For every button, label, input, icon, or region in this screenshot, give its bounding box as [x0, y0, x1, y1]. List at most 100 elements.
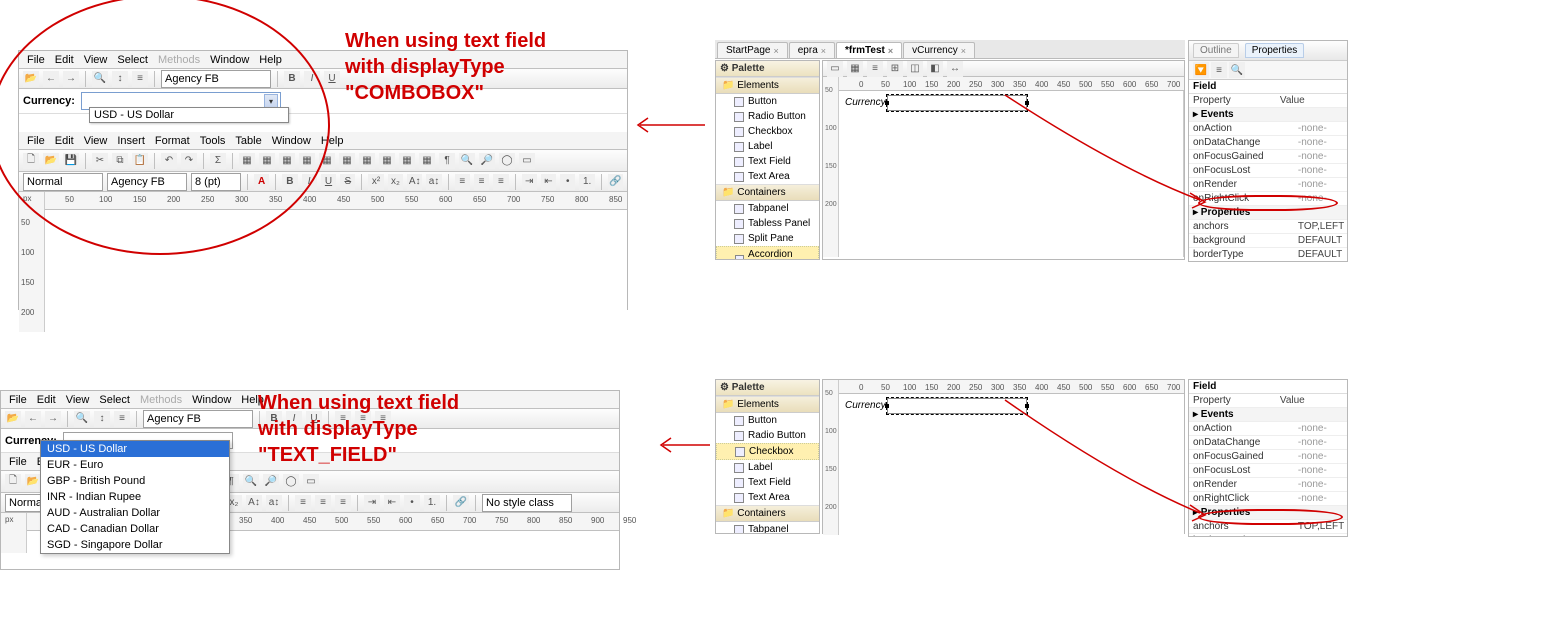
- menu-help[interactable]: Help: [317, 135, 348, 147]
- prop-onDataChange[interactable]: onDataChange: [1189, 436, 1294, 450]
- currency-option[interactable]: CAD - Canadian Dollar: [41, 521, 229, 537]
- currency-typeahead-list[interactable]: USD - US DollarEUR - EuroGBP - British P…: [40, 440, 230, 554]
- font2-combo[interactable]: [107, 173, 187, 191]
- menu-window[interactable]: Window: [268, 135, 315, 147]
- back-icon[interactable]: ←: [25, 411, 41, 427]
- palette-item-tabpanel[interactable]: Tabpanel: [716, 522, 819, 534]
- indent-icon[interactable]: ⇥: [522, 174, 537, 190]
- menu-file[interactable]: File: [23, 135, 49, 147]
- list-icon[interactable]: •: [560, 174, 575, 190]
- prop-background[interactable]: background: [1189, 234, 1294, 248]
- prop-background[interactable]: background: [1189, 534, 1294, 538]
- link-icon[interactable]: 🔗: [608, 174, 623, 190]
- cat-elements[interactable]: 📁 Elements: [716, 77, 819, 94]
- palette-item-checkbox[interactable]: Checkbox: [716, 443, 819, 460]
- menu-edit[interactable]: Edit: [51, 54, 78, 66]
- close-icon[interactable]: ×: [773, 46, 778, 56]
- palette-item-text-field[interactable]: Text Field: [716, 475, 819, 490]
- zoom-out-icon[interactable]: 🔎: [479, 153, 495, 169]
- menu-format[interactable]: Format: [151, 135, 194, 147]
- ellipse-icon[interactable]: ◯: [283, 474, 299, 490]
- numlist-icon[interactable]: 1.: [579, 174, 594, 190]
- prop-anchors[interactable]: anchors: [1189, 520, 1294, 534]
- prop-onRightClick[interactable]: onRightClick: [1189, 192, 1294, 206]
- rect-icon[interactable]: ▭: [519, 153, 535, 169]
- align-c-icon[interactable]: ≡: [474, 174, 489, 190]
- palette-item-text-area[interactable]: Text Area: [716, 169, 819, 184]
- prop-onAction[interactable]: onAction: [1189, 122, 1294, 136]
- props-tool-icon[interactable]: 🔍: [1229, 62, 1245, 78]
- currency-option[interactable]: SGD - Singapore Dollar: [41, 537, 229, 553]
- color-icon[interactable]: A: [254, 174, 269, 190]
- styleclass-combo[interactable]: [482, 494, 572, 512]
- menu-table[interactable]: Table: [231, 135, 265, 147]
- size-combo[interactable]: [191, 173, 241, 191]
- sort-icon[interactable]: ↕: [112, 71, 128, 87]
- palette-item-tabpanel[interactable]: Tabpanel: [716, 201, 819, 216]
- redo-icon[interactable]: ↷: [181, 153, 197, 169]
- props-tool-icon[interactable]: 🔽: [1193, 62, 1209, 78]
- link-icon[interactable]: 🔗: [453, 495, 469, 511]
- close-icon[interactable]: ×: [888, 46, 893, 56]
- form-text-field-b[interactable]: [887, 398, 1027, 414]
- para-icon[interactable]: ¶: [439, 153, 455, 169]
- palette-item-tabless-panel[interactable]: Tabless Panel: [716, 216, 819, 231]
- ellipse-icon[interactable]: ◯: [499, 153, 515, 169]
- menu-window[interactable]: Window: [206, 54, 253, 66]
- menu-methods[interactable]: Methods: [136, 394, 186, 406]
- cat-elements-b[interactable]: 📁 Elements: [716, 396, 819, 413]
- palette-item-checkbox[interactable]: Checkbox: [716, 124, 819, 139]
- align-r-icon[interactable]: ≡: [335, 495, 351, 511]
- menu-select[interactable]: Select: [95, 394, 134, 406]
- cat-containers-b[interactable]: 📁 Containers: [716, 505, 819, 522]
- italic2-icon[interactable]: I: [302, 174, 317, 190]
- menu-help[interactable]: Help: [255, 54, 286, 66]
- bottom-font-combo[interactable]: [143, 410, 253, 428]
- tbl-icon[interactable]: ▦: [359, 153, 375, 169]
- palette-item-label[interactable]: Label: [716, 139, 819, 154]
- back-icon[interactable]: ←: [43, 71, 59, 87]
- palette-item-text-field[interactable]: Text Field: [716, 154, 819, 169]
- prop-onFocusLost[interactable]: onFocusLost: [1189, 464, 1294, 478]
- open-icon[interactable]: 📂: [23, 71, 39, 87]
- tbl-icon[interactable]: ▦: [379, 153, 395, 169]
- props-tool-icon[interactable]: ≡: [1211, 62, 1227, 78]
- prop-onRender[interactable]: onRender: [1189, 478, 1294, 492]
- fwd-icon[interactable]: →: [45, 411, 61, 427]
- open2-icon[interactable]: 📂: [25, 474, 41, 490]
- menu-edit[interactable]: Edit: [51, 135, 78, 147]
- palette-item-text-area[interactable]: Text Area: [716, 490, 819, 505]
- prop-onFocusGained[interactable]: onFocusGained: [1189, 150, 1294, 164]
- editor-tab-vcurrency[interactable]: vCurrency×: [903, 42, 975, 58]
- currency-option[interactable]: AUD - Australian Dollar: [41, 505, 229, 521]
- tab-outline[interactable]: Outline: [1193, 43, 1239, 58]
- palette-item-label[interactable]: Label: [716, 460, 819, 475]
- currency-option[interactable]: USD - US Dollar: [41, 441, 229, 457]
- design-tool-icon[interactable]: ◫: [907, 61, 923, 77]
- sort-icon[interactable]: ↕: [94, 411, 110, 427]
- style-combo[interactable]: [23, 173, 103, 191]
- save-icon[interactable]: 💾: [63, 153, 79, 169]
- underline-icon[interactable]: U: [324, 71, 340, 87]
- align-l-icon[interactable]: ≡: [455, 174, 470, 190]
- tab-properties[interactable]: Properties: [1245, 43, 1305, 58]
- prop-onDataChange[interactable]: onDataChange: [1189, 136, 1294, 150]
- fwd-icon[interactable]: →: [63, 71, 79, 87]
- outdent-icon[interactable]: ⇤: [541, 174, 556, 190]
- tbl-icon[interactable]: ▦: [339, 153, 355, 169]
- tbl-icon[interactable]: ▦: [419, 153, 435, 169]
- editor-tab-startpage[interactable]: StartPage×: [717, 42, 788, 58]
- numlist-icon[interactable]: 1.: [424, 495, 440, 511]
- currency-option[interactable]: EUR - Euro: [41, 457, 229, 473]
- prop-onFocusLost[interactable]: onFocusLost: [1189, 164, 1294, 178]
- zoom-in-icon[interactable]: 🔍: [243, 474, 259, 490]
- tbl-icon[interactable]: ▦: [279, 153, 295, 169]
- new-icon[interactable]: 🗋: [23, 153, 39, 169]
- list-icon[interactable]: •: [404, 495, 420, 511]
- design-tool-icon[interactable]: ⊞: [887, 61, 903, 77]
- sup-icon[interactable]: x²: [368, 174, 383, 190]
- menu-insert[interactable]: Insert: [113, 135, 149, 147]
- design-tool-icon[interactable]: ▦: [847, 61, 863, 77]
- currency-option[interactable]: INR - Indian Rupee: [41, 489, 229, 505]
- zoom-in-icon[interactable]: 🔍: [459, 153, 475, 169]
